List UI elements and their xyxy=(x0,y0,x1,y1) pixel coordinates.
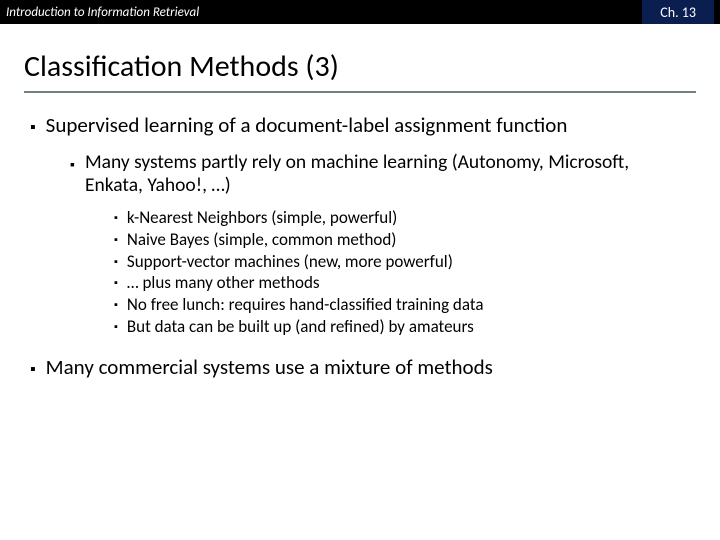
bullet-text: Supervised learning of a document-label … xyxy=(46,113,568,139)
square-bullet-icon: ▪ xyxy=(30,355,36,381)
bullet-level3: ▪ Support-vector machines (new, more pow… xyxy=(114,252,690,273)
bullet-level3: ▪ No free lunch: requires hand-classifie… xyxy=(114,295,690,316)
square-bullet-icon: ▪ xyxy=(114,273,118,294)
square-bullet-icon: ▪ xyxy=(114,230,118,251)
title-block: Classification Methods (3) xyxy=(0,24,720,99)
bullet-level3: ▪ Naive Bayes (simple, common method) xyxy=(114,230,690,251)
bullet-text: k-Nearest Neighbors (simple, powerful) xyxy=(127,208,397,229)
sublist-level3: ▪ k-Nearest Neighbors (simple, powerful)… xyxy=(70,202,690,344)
topbar: Introduction to Information Retrieval Ch… xyxy=(0,0,720,24)
slide: Introduction to Information Retrieval Ch… xyxy=(0,0,720,540)
square-bullet-icon: ▪ xyxy=(114,252,118,273)
bullet-text: Naive Bayes (simple, common method) xyxy=(127,230,397,251)
bullet-text: No free lunch: requires hand-classified … xyxy=(127,295,484,316)
bullet-text: … plus many other methods xyxy=(127,273,320,294)
square-bullet-icon: ▪ xyxy=(114,295,118,316)
title-underline xyxy=(24,91,696,93)
bullet-text: Many commercial systems use a mixture of… xyxy=(46,355,493,381)
bullet-level3: ▪ k-Nearest Neighbors (simple, powerful) xyxy=(114,208,690,229)
bullet-level1: ▪ Many commercial systems use a mixture … xyxy=(30,345,690,381)
slide-title: Classification Methods (3) xyxy=(24,48,696,91)
square-bullet-icon: ▪ xyxy=(114,317,118,338)
bullet-text: Many systems partly rely on machine lear… xyxy=(85,151,690,199)
square-bullet-icon: ▪ xyxy=(30,113,36,139)
bullet-level3: ▪ … plus many other methods xyxy=(114,273,690,294)
content: ▪ Supervised learning of a document-labe… xyxy=(0,99,720,380)
square-bullet-icon: ▪ xyxy=(114,208,118,229)
course-title: Introduction to Information Retrieval xyxy=(6,5,199,20)
bullet-level2: ▪ Many systems partly rely on machine le… xyxy=(70,151,690,199)
chapter-badge: Ch. 13 xyxy=(642,0,714,24)
bullet-level1: ▪ Supervised learning of a document-labe… xyxy=(30,113,690,139)
square-bullet-icon: ▪ xyxy=(70,151,75,199)
sublist-level2: ▪ Many systems partly rely on machine le… xyxy=(30,143,690,345)
bullet-level3: ▪ But data can be built up (and refined)… xyxy=(114,317,690,338)
bullet-text: Support-vector machines (new, more power… xyxy=(127,252,453,273)
bullet-text: But data can be built up (and refined) b… xyxy=(127,317,474,338)
